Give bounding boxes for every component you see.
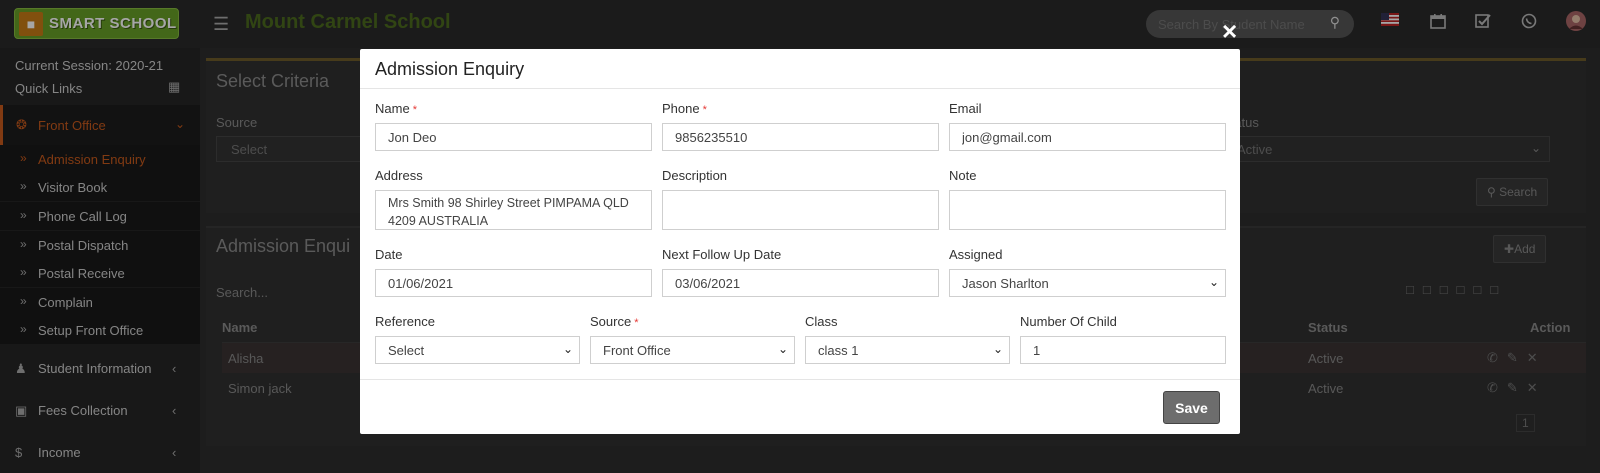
assigned-label: Assigned	[949, 247, 1003, 262]
source-select[interactable]: Front Office ⌄	[590, 336, 795, 364]
children-input[interactable]	[1020, 336, 1226, 364]
class-label: Class	[805, 314, 838, 329]
close-icon[interactable]: ×	[1222, 18, 1237, 44]
date-label: Date	[375, 247, 403, 262]
admission-enquiry-modal: Admission Enquiry Name* Phone* Email Add…	[360, 49, 1240, 434]
source-select-value: Front Office	[603, 343, 671, 358]
save-button[interactable]: Save	[1163, 391, 1220, 424]
followup-label: Next Follow Up Date	[662, 247, 782, 262]
class-select-value: class 1	[818, 343, 859, 358]
chevron-down-icon: ⌄	[992, 342, 1003, 356]
chevron-down-icon: ⌄	[1208, 275, 1219, 289]
name-label-text: Name	[375, 101, 410, 116]
phone-label: Phone *	[662, 101, 707, 116]
children-label: Number Of Child	[1020, 314, 1117, 329]
chevron-down-icon: ⌄	[777, 342, 788, 356]
chevron-down-icon: ⌄	[562, 342, 573, 356]
phone-input[interactable]	[662, 123, 939, 151]
class-select[interactable]: class 1 ⌄	[805, 336, 1010, 364]
name-label: Name *	[375, 101, 417, 116]
description-label: Description	[662, 168, 728, 183]
reference-select-value: Select	[388, 343, 425, 358]
description-textarea[interactable]	[662, 190, 939, 230]
note-textarea[interactable]	[949, 190, 1226, 230]
required-mark: *	[702, 104, 707, 116]
reference-label: Reference	[375, 314, 435, 329]
assigned-select-value: Jason Sharlton	[962, 276, 1049, 291]
assigned-select[interactable]: Jason Sharlton ⌄	[949, 269, 1226, 297]
email-label: Email	[949, 101, 982, 116]
email-input[interactable]	[949, 123, 1226, 151]
phone-label-text: Phone	[662, 101, 700, 116]
reference-select[interactable]: Select ⌄	[375, 336, 580, 364]
followup-date-input[interactable]	[662, 269, 939, 297]
note-label: Note	[949, 168, 977, 183]
date-input[interactable]	[375, 269, 652, 297]
modal-header: Admission Enquiry	[360, 49, 1240, 89]
address-textarea[interactable]: Mrs Smith 98 Shirley Street PIMPAMA QLD …	[375, 190, 652, 230]
name-input[interactable]	[375, 123, 652, 151]
required-mark: *	[412, 104, 417, 116]
modal-footer-divider	[360, 379, 1240, 380]
source-label-text: Source	[590, 314, 632, 329]
required-mark: *	[634, 317, 639, 329]
source-label: Source *	[590, 314, 638, 329]
modal-title: Admission Enquiry	[375, 59, 525, 79]
address-label: Address	[375, 168, 423, 183]
